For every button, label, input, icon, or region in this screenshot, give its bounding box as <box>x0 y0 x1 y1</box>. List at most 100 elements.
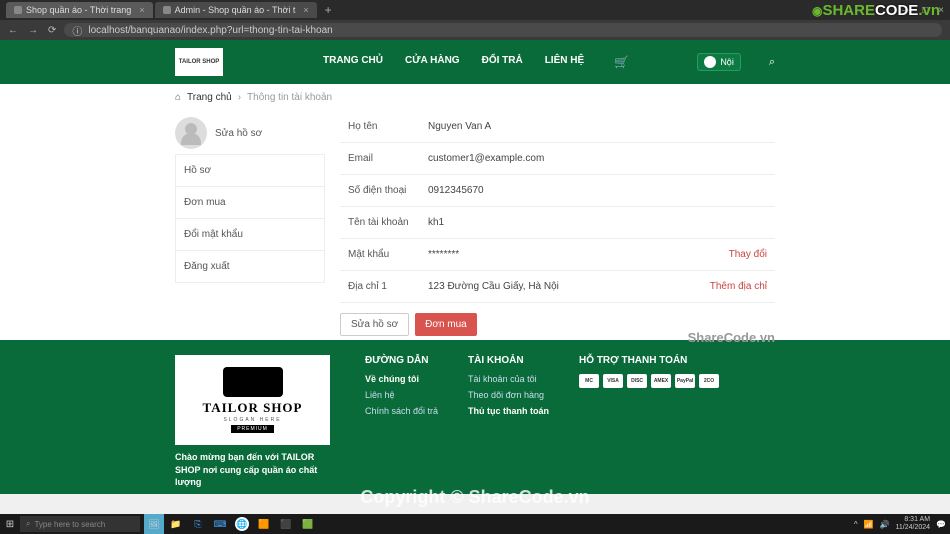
new-tab-button[interactable]: + <box>319 3 338 17</box>
change-password-link[interactable]: Thay đổi <box>729 249 767 260</box>
info-label: Mật khẩu <box>348 249 428 260</box>
info-label: Địa chỉ 1 <box>348 281 428 292</box>
mastercard-icon: MC <box>579 374 599 388</box>
info-value: 123 Đường Cầu Giấy, Hà Nội <box>428 281 710 292</box>
taskbar-app[interactable]: ⎘ <box>188 514 208 534</box>
taskbar-search[interactable]: ⌕ Type here to search <box>20 516 140 532</box>
payment-icons: MC VISA DISC AMEX PayPal 2CO <box>579 374 719 388</box>
account-sidebar: Sửa hồ sơ Hồ sơ Đơn mua Đổi mật khẩu Đăn… <box>175 111 325 336</box>
site-footer: TAILOR SHOP SLOGAN HERE PREMIUM Chào mừn… <box>0 340 950 494</box>
site-info-icon: ⓘ <box>72 23 82 38</box>
taskbar-app[interactable]: 🟧 <box>254 514 274 534</box>
watermark-copyright: Copyright © ShareCode.vn <box>0 487 950 508</box>
info-value: Nguyen Van A <box>428 121 767 132</box>
address-bar[interactable]: ⓘ localhost/banquanao/index.php?url=thon… <box>64 23 942 37</box>
browser-tab[interactable]: Admin - Shop quần áo - Thời t × <box>155 2 317 18</box>
paypal-icon: PayPal <box>675 374 695 388</box>
taskbar-app[interactable]: 🖼 <box>144 514 164 534</box>
avatar-icon <box>175 117 207 149</box>
nav-returns[interactable]: ĐỔI TRẢ <box>482 55 523 69</box>
main-nav: TRANG CHỦ CỬA HÀNG ĐỔI TRẢ LIÊN HỆ 🛒 <box>323 55 629 69</box>
footer-logo: TAILOR SHOP SLOGAN HERE PREMIUM <box>175 355 330 445</box>
footer-link-policy[interactable]: Chính sách đổi trả <box>365 406 438 416</box>
tray-icon[interactable]: ^ <box>854 520 858 529</box>
edit-profile-link[interactable]: Sửa hồ sơ <box>215 128 262 139</box>
site-header: TAILOR SHOP TRANG CHỦ CỬA HÀNG ĐỔI TRẢ L… <box>0 40 950 84</box>
sewing-machine-icon <box>223 367 283 397</box>
cart-icon[interactable]: 🛒 <box>614 55 629 69</box>
notifications-icon[interactable]: 💬 <box>936 520 946 529</box>
info-row: Số điện thoại 0912345670 <box>340 175 775 207</box>
forward-button[interactable]: → <box>28 25 38 36</box>
2checkout-icon: 2CO <box>699 374 719 388</box>
nav-store[interactable]: CỬA HÀNG <box>405 55 460 69</box>
user-menu[interactable]: Nội <box>697 53 741 71</box>
footer-link-account[interactable]: Tài khoản của tôi <box>468 374 549 384</box>
sidebar-item-logout[interactable]: Đăng xuất <box>175 250 325 283</box>
favicon-icon <box>14 6 22 14</box>
tab-title: Admin - Shop quần áo - Thời t <box>175 5 296 15</box>
visa-icon: VISA <box>603 374 623 388</box>
amex-icon: AMEX <box>651 374 671 388</box>
reload-button[interactable]: ⟳ <box>48 25 56 36</box>
search-icon[interactable]: ⌕ <box>769 56 775 69</box>
footer-link-payment[interactable]: Thủ tục thanh toán <box>468 406 549 416</box>
browser-tab-strip: Shop quần áo - Thời trang × Admin - Shop… <box>0 0 950 20</box>
sidebar-item-password[interactable]: Đổi mật khẩu <box>175 218 325 251</box>
footer-heading: HỖ TRỢ THANH TOÁN <box>579 355 719 366</box>
taskbar-app[interactable]: 📁 <box>166 514 186 534</box>
nav-home[interactable]: TRANG CHỦ <box>323 55 383 69</box>
site-logo[interactable]: TAILOR SHOP <box>175 48 223 76</box>
volume-icon[interactable]: 🔊 <box>880 520 890 529</box>
home-icon: ⌂ <box>175 92 181 103</box>
info-row: Họ tên Nguyen Van A <box>340 111 775 143</box>
account-details: Họ tên Nguyen Van A Email customer1@exam… <box>340 111 775 336</box>
add-address-link[interactable]: Thêm địa chỉ <box>710 281 767 292</box>
footer-heading: TÀI KHOẢN <box>468 355 549 366</box>
info-row: Mật khẩu ******** Thay đổi <box>340 239 775 271</box>
taskbar-app[interactable]: ⬛ <box>276 514 296 534</box>
footer-heading: ĐƯỜNG DẪN <box>365 355 438 366</box>
sidebar-item-profile[interactable]: Hồ sơ <box>175 154 325 187</box>
browser-tab[interactable]: Shop quần áo - Thời trang × <box>6 2 153 18</box>
browser-toolbar: ← → ⟳ ⓘ localhost/banquanao/index.php?ur… <box>0 20 950 40</box>
search-placeholder: Type here to search <box>34 520 105 529</box>
discover-icon: DISC <box>627 374 647 388</box>
breadcrumb-home[interactable]: Trang chủ <box>187 92 232 103</box>
watermark: ShareCode.vn <box>688 330 775 345</box>
footer-link-orders[interactable]: Theo dõi đơn hàng <box>468 390 549 400</box>
info-value: kh1 <box>428 217 767 228</box>
info-label: Số điện thoại <box>348 185 428 196</box>
search-icon: ⌕ <box>26 519 30 529</box>
nav-contact[interactable]: LIÊN HỆ <box>545 55 584 69</box>
taskbar-clock[interactable]: 8:31 AM 11/24/2024 <box>896 516 931 531</box>
taskbar-app[interactable]: ⌨ <box>210 514 230 534</box>
start-button[interactable]: ⊞ <box>0 514 20 534</box>
footer-link-about[interactable]: Về chúng tôi <box>365 374 438 384</box>
breadcrumb-current: Thông tin tài khoản <box>247 92 332 103</box>
windows-taskbar: ⊞ ⌕ Type here to search 🖼 📁 ⎘ ⌨ 🌐 🟧 ⬛ 🟩 … <box>0 514 950 534</box>
footer-welcome: Chào mừng bạn đến với TAILOR SHOP nơi cu… <box>175 451 335 489</box>
avatar-icon <box>704 56 716 68</box>
close-icon[interactable]: × <box>303 5 308 15</box>
taskbar-app[interactable]: 🌐 <box>235 517 249 531</box>
wifi-icon[interactable]: 📶 <box>864 520 874 529</box>
footer-link-contact[interactable]: Liên hệ <box>365 390 438 400</box>
info-label: Email <box>348 153 428 164</box>
sidebar-item-orders[interactable]: Đơn mua <box>175 186 325 219</box>
back-button[interactable]: ← <box>8 25 18 36</box>
watermark-logo: ◉SHARECODE.vn <box>812 2 940 19</box>
info-row: Địa chỉ 1 123 Đường Cầu Giấy, Hà Nội Thê… <box>340 271 775 303</box>
info-value: customer1@example.com <box>428 153 767 164</box>
info-label: Họ tên <box>348 121 428 132</box>
breadcrumb: ⌂ Trang chủ › Thông tin tài khoản <box>0 84 950 111</box>
edit-profile-button[interactable]: Sửa hồ sơ <box>340 313 409 336</box>
chevron-right-icon: › <box>238 92 241 103</box>
favicon-icon <box>163 6 171 14</box>
orders-button[interactable]: Đơn mua <box>415 313 477 336</box>
tab-title: Shop quần áo - Thời trang <box>26 5 131 15</box>
info-value: 0912345670 <box>428 185 767 196</box>
close-icon[interactable]: × <box>139 5 144 15</box>
info-value: ******** <box>428 249 729 260</box>
taskbar-app[interactable]: 🟩 <box>298 514 318 534</box>
